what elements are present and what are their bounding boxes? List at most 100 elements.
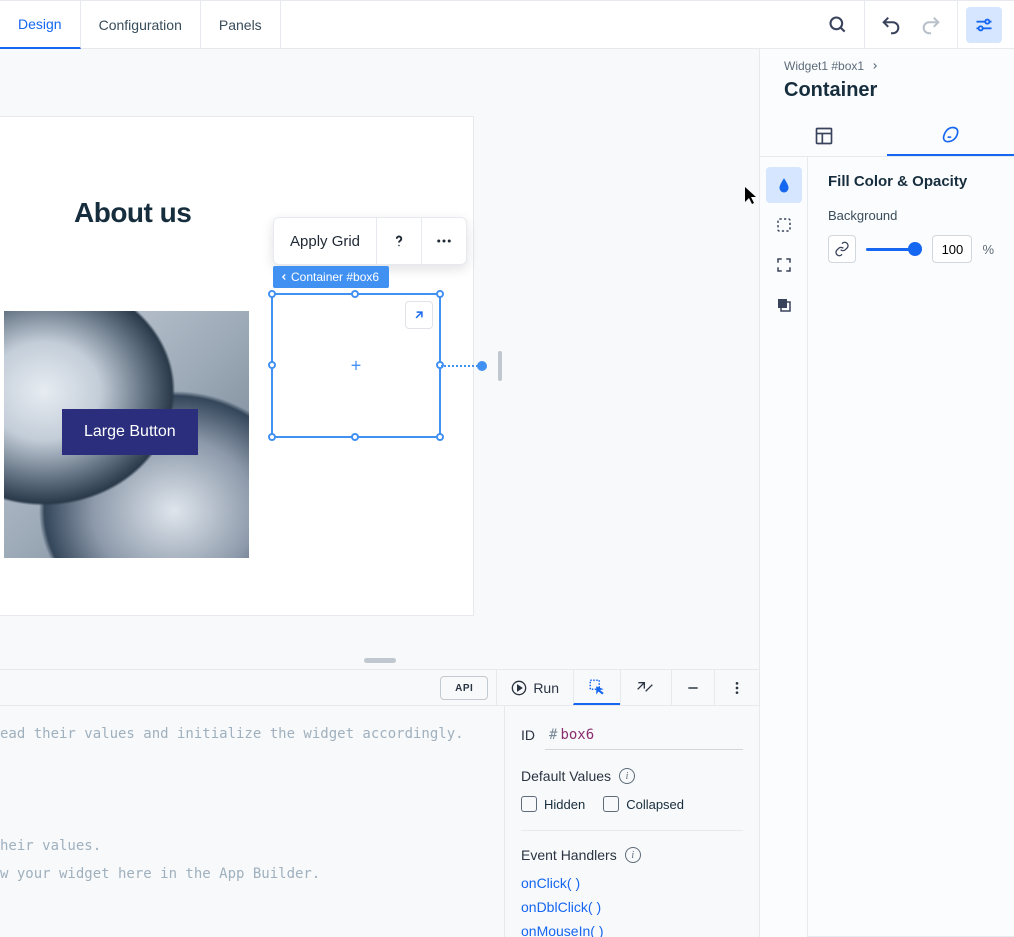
- code-line: heir values.: [0, 838, 101, 854]
- api-button[interactable]: API: [440, 676, 488, 700]
- inspector-panel: Widget1 #box1 Container: [760, 49, 1014, 937]
- breadcrumb[interactable]: Widget1 #box1: [760, 49, 1014, 73]
- border-section-icon[interactable]: [766, 207, 802, 243]
- id-label: ID: [521, 727, 535, 743]
- apply-grid-label: Apply Grid: [290, 233, 360, 250]
- inspector-body: Fill Color & Opacity Background %: [760, 157, 1014, 937]
- tab-label: Design: [18, 16, 62, 32]
- tab-panels[interactable]: Panels: [201, 1, 281, 48]
- collapsed-label: Collapsed: [626, 797, 684, 812]
- event-ondblclick[interactable]: onDblClick( ): [521, 899, 743, 915]
- bottom-panel: API Run ead: [0, 669, 759, 937]
- more-icon[interactable]: [421, 218, 466, 264]
- tab-label: Configuration: [99, 17, 182, 33]
- id-value: box6: [560, 727, 594, 743]
- panel-resize-handle[interactable]: [364, 658, 396, 663]
- code-line: ead their values and initialize the widg…: [0, 726, 464, 742]
- minimize-icon[interactable]: [671, 670, 714, 705]
- cursor-icon: [744, 187, 758, 205]
- event-onmousein[interactable]: onMouseIn( ): [521, 923, 743, 937]
- link-icon[interactable]: [828, 235, 856, 263]
- snap-guide: [441, 365, 481, 367]
- main-area: About us Large Button Apply Grid Contain…: [0, 49, 1014, 937]
- top-actions: [820, 1, 1002, 48]
- resize-handle-s[interactable]: [351, 433, 359, 441]
- background-label: Background: [828, 208, 994, 223]
- inspector-content: Fill Color & Opacity Background %: [808, 157, 1014, 937]
- layout-tab-icon[interactable]: [760, 116, 887, 156]
- resize-handle-w[interactable]: [268, 361, 276, 369]
- undo-icon[interactable]: [873, 7, 909, 43]
- events-label: Event Handlers: [521, 847, 617, 863]
- bottom-toolbar: API Run: [0, 670, 759, 706]
- tab-design[interactable]: Design: [0, 1, 81, 49]
- corners-section-icon[interactable]: [766, 247, 802, 283]
- snap-indicator: [498, 351, 502, 381]
- info-icon[interactable]: i: [619, 768, 635, 784]
- inspector-tabs: [760, 116, 1014, 157]
- defaults-header: Default Values i: [521, 768, 743, 784]
- apply-grid-button[interactable]: Apply Grid: [274, 218, 376, 264]
- opacity-slider[interactable]: [866, 239, 922, 259]
- inspector-rail: [760, 157, 808, 937]
- selected-container[interactable]: +: [271, 293, 441, 438]
- code-editor[interactable]: ead their values and initialize the widg…: [0, 706, 504, 937]
- inspector-title: Container: [760, 73, 1014, 116]
- collapsed-checkbox[interactable]: Collapsed: [603, 796, 684, 812]
- redo-icon: [913, 7, 949, 43]
- divider: [957, 1, 958, 49]
- id-row: ID #box6: [521, 720, 743, 750]
- selection-toolbar: Apply Grid: [273, 217, 467, 265]
- resize-handle-se[interactable]: [436, 433, 444, 441]
- run-label: Run: [533, 680, 559, 696]
- opacity-row: %: [828, 235, 994, 263]
- slider-thumb[interactable]: [908, 242, 922, 256]
- help-icon[interactable]: [376, 218, 421, 264]
- info-icon[interactable]: i: [625, 847, 641, 863]
- more-vertical-icon[interactable]: [714, 670, 759, 705]
- page-heading: About us: [74, 197, 191, 229]
- canvas[interactable]: About us Large Button Apply Grid Contain…: [0, 49, 759, 669]
- properties-panel: ID #box6 Default Values i Hidden Collaps…: [504, 706, 759, 937]
- defaults-label: Default Values: [521, 768, 611, 784]
- tab-label: Panels: [219, 17, 262, 33]
- fullscreen-icon[interactable]: [620, 670, 671, 705]
- search-icon[interactable]: [820, 7, 856, 43]
- checkbox-icon: [521, 796, 537, 812]
- breadcrumb-text: Widget1 #box1: [784, 59, 864, 73]
- defaults-checkboxes: Hidden Collapsed: [521, 796, 743, 812]
- resize-handle-ne[interactable]: [436, 290, 444, 298]
- expand-icon[interactable]: [405, 301, 433, 329]
- chevron-right-icon: [870, 61, 880, 71]
- opacity-unit: %: [982, 242, 994, 257]
- bottom-body: ead their values and initialize the widg…: [0, 706, 759, 937]
- event-onclick[interactable]: onClick( ): [521, 875, 743, 891]
- divider: [521, 830, 743, 831]
- run-button[interactable]: Run: [496, 670, 573, 705]
- canvas-wrap: About us Large Button Apply Grid Contain…: [0, 49, 760, 937]
- design-tab-icon[interactable]: [887, 116, 1014, 156]
- code-line: w your widget here in the App Builder.: [0, 866, 320, 882]
- settings-toggle-icon[interactable]: [966, 7, 1002, 43]
- resize-handle-sw[interactable]: [268, 433, 276, 441]
- large-button[interactable]: Large Button: [62, 409, 198, 455]
- events-header: Event Handlers i: [521, 847, 743, 863]
- hash-symbol: #: [549, 727, 557, 743]
- divider: [864, 1, 865, 49]
- fill-section-icon[interactable]: [766, 167, 802, 203]
- id-input[interactable]: #box6: [545, 720, 743, 750]
- api-label: API: [455, 683, 473, 694]
- resize-handle-n[interactable]: [351, 290, 359, 298]
- resize-handle-nw[interactable]: [268, 290, 276, 298]
- hidden-checkbox[interactable]: Hidden: [521, 796, 585, 812]
- main-tabs: Design Configuration Panels: [0, 1, 281, 48]
- add-content-icon[interactable]: +: [351, 355, 362, 376]
- hidden-label: Hidden: [544, 797, 585, 812]
- selection-tag[interactable]: Container #box6: [273, 266, 389, 288]
- inspect-icon[interactable]: [573, 670, 620, 705]
- selection-tag-label: Container #box6: [291, 270, 379, 284]
- top-bar: Design Configuration Panels: [0, 0, 1014, 49]
- shadow-section-icon[interactable]: [766, 287, 802, 323]
- tab-configuration[interactable]: Configuration: [81, 1, 201, 48]
- opacity-input[interactable]: [932, 235, 972, 263]
